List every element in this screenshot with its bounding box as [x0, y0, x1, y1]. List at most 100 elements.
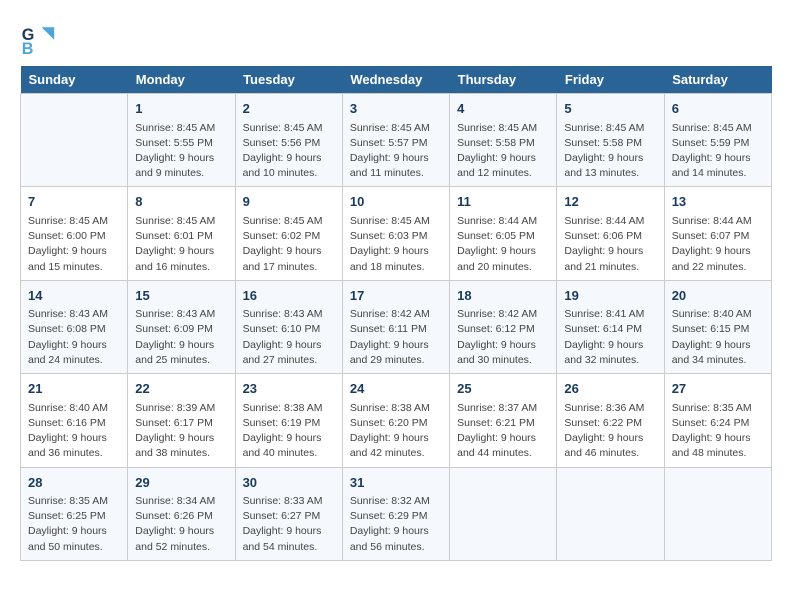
day-number: 10: [350, 192, 442, 212]
day-number: 18: [457, 286, 549, 306]
calendar-cell: 16Sunrise: 8:43 AMSunset: 6:10 PMDayligh…: [235, 280, 342, 373]
day-number: 2: [243, 99, 335, 119]
day-header-wednesday: Wednesday: [342, 66, 449, 94]
day-header-sunday: Sunday: [21, 66, 128, 94]
day-number: 20: [672, 286, 764, 306]
calendar-cell: 15Sunrise: 8:43 AMSunset: 6:09 PMDayligh…: [128, 280, 235, 373]
day-info: Sunrise: 8:34 AMSunset: 6:26 PMDaylight:…: [135, 494, 227, 555]
day-info: Sunrise: 8:33 AMSunset: 6:27 PMDaylight:…: [243, 494, 335, 555]
calendar-cell: 10Sunrise: 8:45 AMSunset: 6:03 PMDayligh…: [342, 187, 449, 280]
calendar-cell: 22Sunrise: 8:39 AMSunset: 6:17 PMDayligh…: [128, 374, 235, 467]
day-number: 12: [564, 192, 656, 212]
logo: G B: [20, 20, 60, 56]
calendar-week-4: 21Sunrise: 8:40 AMSunset: 6:16 PMDayligh…: [21, 374, 772, 467]
day-number: 23: [243, 379, 335, 399]
day-info: Sunrise: 8:38 AMSunset: 6:20 PMDaylight:…: [350, 401, 442, 462]
calendar-cell: 31Sunrise: 8:32 AMSunset: 6:29 PMDayligh…: [342, 467, 449, 560]
day-number: 27: [672, 379, 764, 399]
day-number: 14: [28, 286, 120, 306]
calendar-cell: 4Sunrise: 8:45 AMSunset: 5:58 PMDaylight…: [450, 94, 557, 187]
calendar-table: SundayMondayTuesdayWednesdayThursdayFrid…: [20, 66, 772, 561]
calendar-cell: 12Sunrise: 8:44 AMSunset: 6:06 PMDayligh…: [557, 187, 664, 280]
day-info: Sunrise: 8:44 AMSunset: 6:06 PMDaylight:…: [564, 214, 656, 275]
day-number: 6: [672, 99, 764, 119]
day-header-saturday: Saturday: [664, 66, 771, 94]
day-number: 15: [135, 286, 227, 306]
calendar-cell: [21, 94, 128, 187]
day-info: Sunrise: 8:45 AMSunset: 5:55 PMDaylight:…: [135, 121, 227, 182]
day-number: 16: [243, 286, 335, 306]
day-info: Sunrise: 8:42 AMSunset: 6:12 PMDaylight:…: [457, 307, 549, 368]
day-info: Sunrise: 8:37 AMSunset: 6:21 PMDaylight:…: [457, 401, 549, 462]
day-headers-row: SundayMondayTuesdayWednesdayThursdayFrid…: [21, 66, 772, 94]
calendar-cell: 30Sunrise: 8:33 AMSunset: 6:27 PMDayligh…: [235, 467, 342, 560]
day-info: Sunrise: 8:45 AMSunset: 6:01 PMDaylight:…: [135, 214, 227, 275]
calendar-cell: 28Sunrise: 8:35 AMSunset: 6:25 PMDayligh…: [21, 467, 128, 560]
day-number: 24: [350, 379, 442, 399]
calendar-cell: 3Sunrise: 8:45 AMSunset: 5:57 PMDaylight…: [342, 94, 449, 187]
calendar-week-1: 1Sunrise: 8:45 AMSunset: 5:55 PMDaylight…: [21, 94, 772, 187]
day-header-monday: Monday: [128, 66, 235, 94]
day-info: Sunrise: 8:45 AMSunset: 6:02 PMDaylight:…: [243, 214, 335, 275]
header: G B: [20, 20, 772, 56]
day-info: Sunrise: 8:45 AMSunset: 5:58 PMDaylight:…: [564, 121, 656, 182]
day-info: Sunrise: 8:43 AMSunset: 6:10 PMDaylight:…: [243, 307, 335, 368]
day-number: 3: [350, 99, 442, 119]
day-number: 22: [135, 379, 227, 399]
day-info: Sunrise: 8:39 AMSunset: 6:17 PMDaylight:…: [135, 401, 227, 462]
calendar-cell: 27Sunrise: 8:35 AMSunset: 6:24 PMDayligh…: [664, 374, 771, 467]
day-number: 29: [135, 473, 227, 493]
calendar-cell: 13Sunrise: 8:44 AMSunset: 6:07 PMDayligh…: [664, 187, 771, 280]
calendar-cell: 2Sunrise: 8:45 AMSunset: 5:56 PMDaylight…: [235, 94, 342, 187]
day-number: 28: [28, 473, 120, 493]
day-info: Sunrise: 8:40 AMSunset: 6:16 PMDaylight:…: [28, 401, 120, 462]
day-header-tuesday: Tuesday: [235, 66, 342, 94]
day-number: 30: [243, 473, 335, 493]
day-number: 31: [350, 473, 442, 493]
logo-icon: G B: [20, 20, 56, 56]
svg-text:B: B: [22, 40, 34, 56]
calendar-cell: 26Sunrise: 8:36 AMSunset: 6:22 PMDayligh…: [557, 374, 664, 467]
calendar-cell: 21Sunrise: 8:40 AMSunset: 6:16 PMDayligh…: [21, 374, 128, 467]
calendar-cell: [557, 467, 664, 560]
day-number: 26: [564, 379, 656, 399]
day-info: Sunrise: 8:38 AMSunset: 6:19 PMDaylight:…: [243, 401, 335, 462]
day-info: Sunrise: 8:45 AMSunset: 5:59 PMDaylight:…: [672, 121, 764, 182]
day-number: 25: [457, 379, 549, 399]
day-info: Sunrise: 8:44 AMSunset: 6:05 PMDaylight:…: [457, 214, 549, 275]
day-number: 21: [28, 379, 120, 399]
day-info: Sunrise: 8:45 AMSunset: 6:03 PMDaylight:…: [350, 214, 442, 275]
day-info: Sunrise: 8:45 AMSunset: 6:00 PMDaylight:…: [28, 214, 120, 275]
calendar-cell: 8Sunrise: 8:45 AMSunset: 6:01 PMDaylight…: [128, 187, 235, 280]
calendar-week-2: 7Sunrise: 8:45 AMSunset: 6:00 PMDaylight…: [21, 187, 772, 280]
day-info: Sunrise: 8:45 AMSunset: 5:56 PMDaylight:…: [243, 121, 335, 182]
calendar-cell: 25Sunrise: 8:37 AMSunset: 6:21 PMDayligh…: [450, 374, 557, 467]
day-info: Sunrise: 8:43 AMSunset: 6:09 PMDaylight:…: [135, 307, 227, 368]
day-info: Sunrise: 8:45 AMSunset: 5:57 PMDaylight:…: [350, 121, 442, 182]
calendar-week-3: 14Sunrise: 8:43 AMSunset: 6:08 PMDayligh…: [21, 280, 772, 373]
day-number: 17: [350, 286, 442, 306]
calendar-cell: 7Sunrise: 8:45 AMSunset: 6:00 PMDaylight…: [21, 187, 128, 280]
calendar-cell: 6Sunrise: 8:45 AMSunset: 5:59 PMDaylight…: [664, 94, 771, 187]
calendar-cell: 17Sunrise: 8:42 AMSunset: 6:11 PMDayligh…: [342, 280, 449, 373]
day-number: 11: [457, 192, 549, 212]
day-header-friday: Friday: [557, 66, 664, 94]
day-number: 1: [135, 99, 227, 119]
day-info: Sunrise: 8:32 AMSunset: 6:29 PMDaylight:…: [350, 494, 442, 555]
calendar-cell: 18Sunrise: 8:42 AMSunset: 6:12 PMDayligh…: [450, 280, 557, 373]
day-info: Sunrise: 8:35 AMSunset: 6:25 PMDaylight:…: [28, 494, 120, 555]
calendar-cell: 29Sunrise: 8:34 AMSunset: 6:26 PMDayligh…: [128, 467, 235, 560]
calendar-cell: 5Sunrise: 8:45 AMSunset: 5:58 PMDaylight…: [557, 94, 664, 187]
calendar-week-5: 28Sunrise: 8:35 AMSunset: 6:25 PMDayligh…: [21, 467, 772, 560]
day-info: Sunrise: 8:40 AMSunset: 6:15 PMDaylight:…: [672, 307, 764, 368]
calendar-cell: [450, 467, 557, 560]
calendar-cell: 9Sunrise: 8:45 AMSunset: 6:02 PMDaylight…: [235, 187, 342, 280]
day-info: Sunrise: 8:44 AMSunset: 6:07 PMDaylight:…: [672, 214, 764, 275]
day-info: Sunrise: 8:43 AMSunset: 6:08 PMDaylight:…: [28, 307, 120, 368]
day-info: Sunrise: 8:36 AMSunset: 6:22 PMDaylight:…: [564, 401, 656, 462]
day-number: 5: [564, 99, 656, 119]
calendar-cell: 20Sunrise: 8:40 AMSunset: 6:15 PMDayligh…: [664, 280, 771, 373]
calendar-cell: 11Sunrise: 8:44 AMSunset: 6:05 PMDayligh…: [450, 187, 557, 280]
day-info: Sunrise: 8:35 AMSunset: 6:24 PMDaylight:…: [672, 401, 764, 462]
day-header-thursday: Thursday: [450, 66, 557, 94]
